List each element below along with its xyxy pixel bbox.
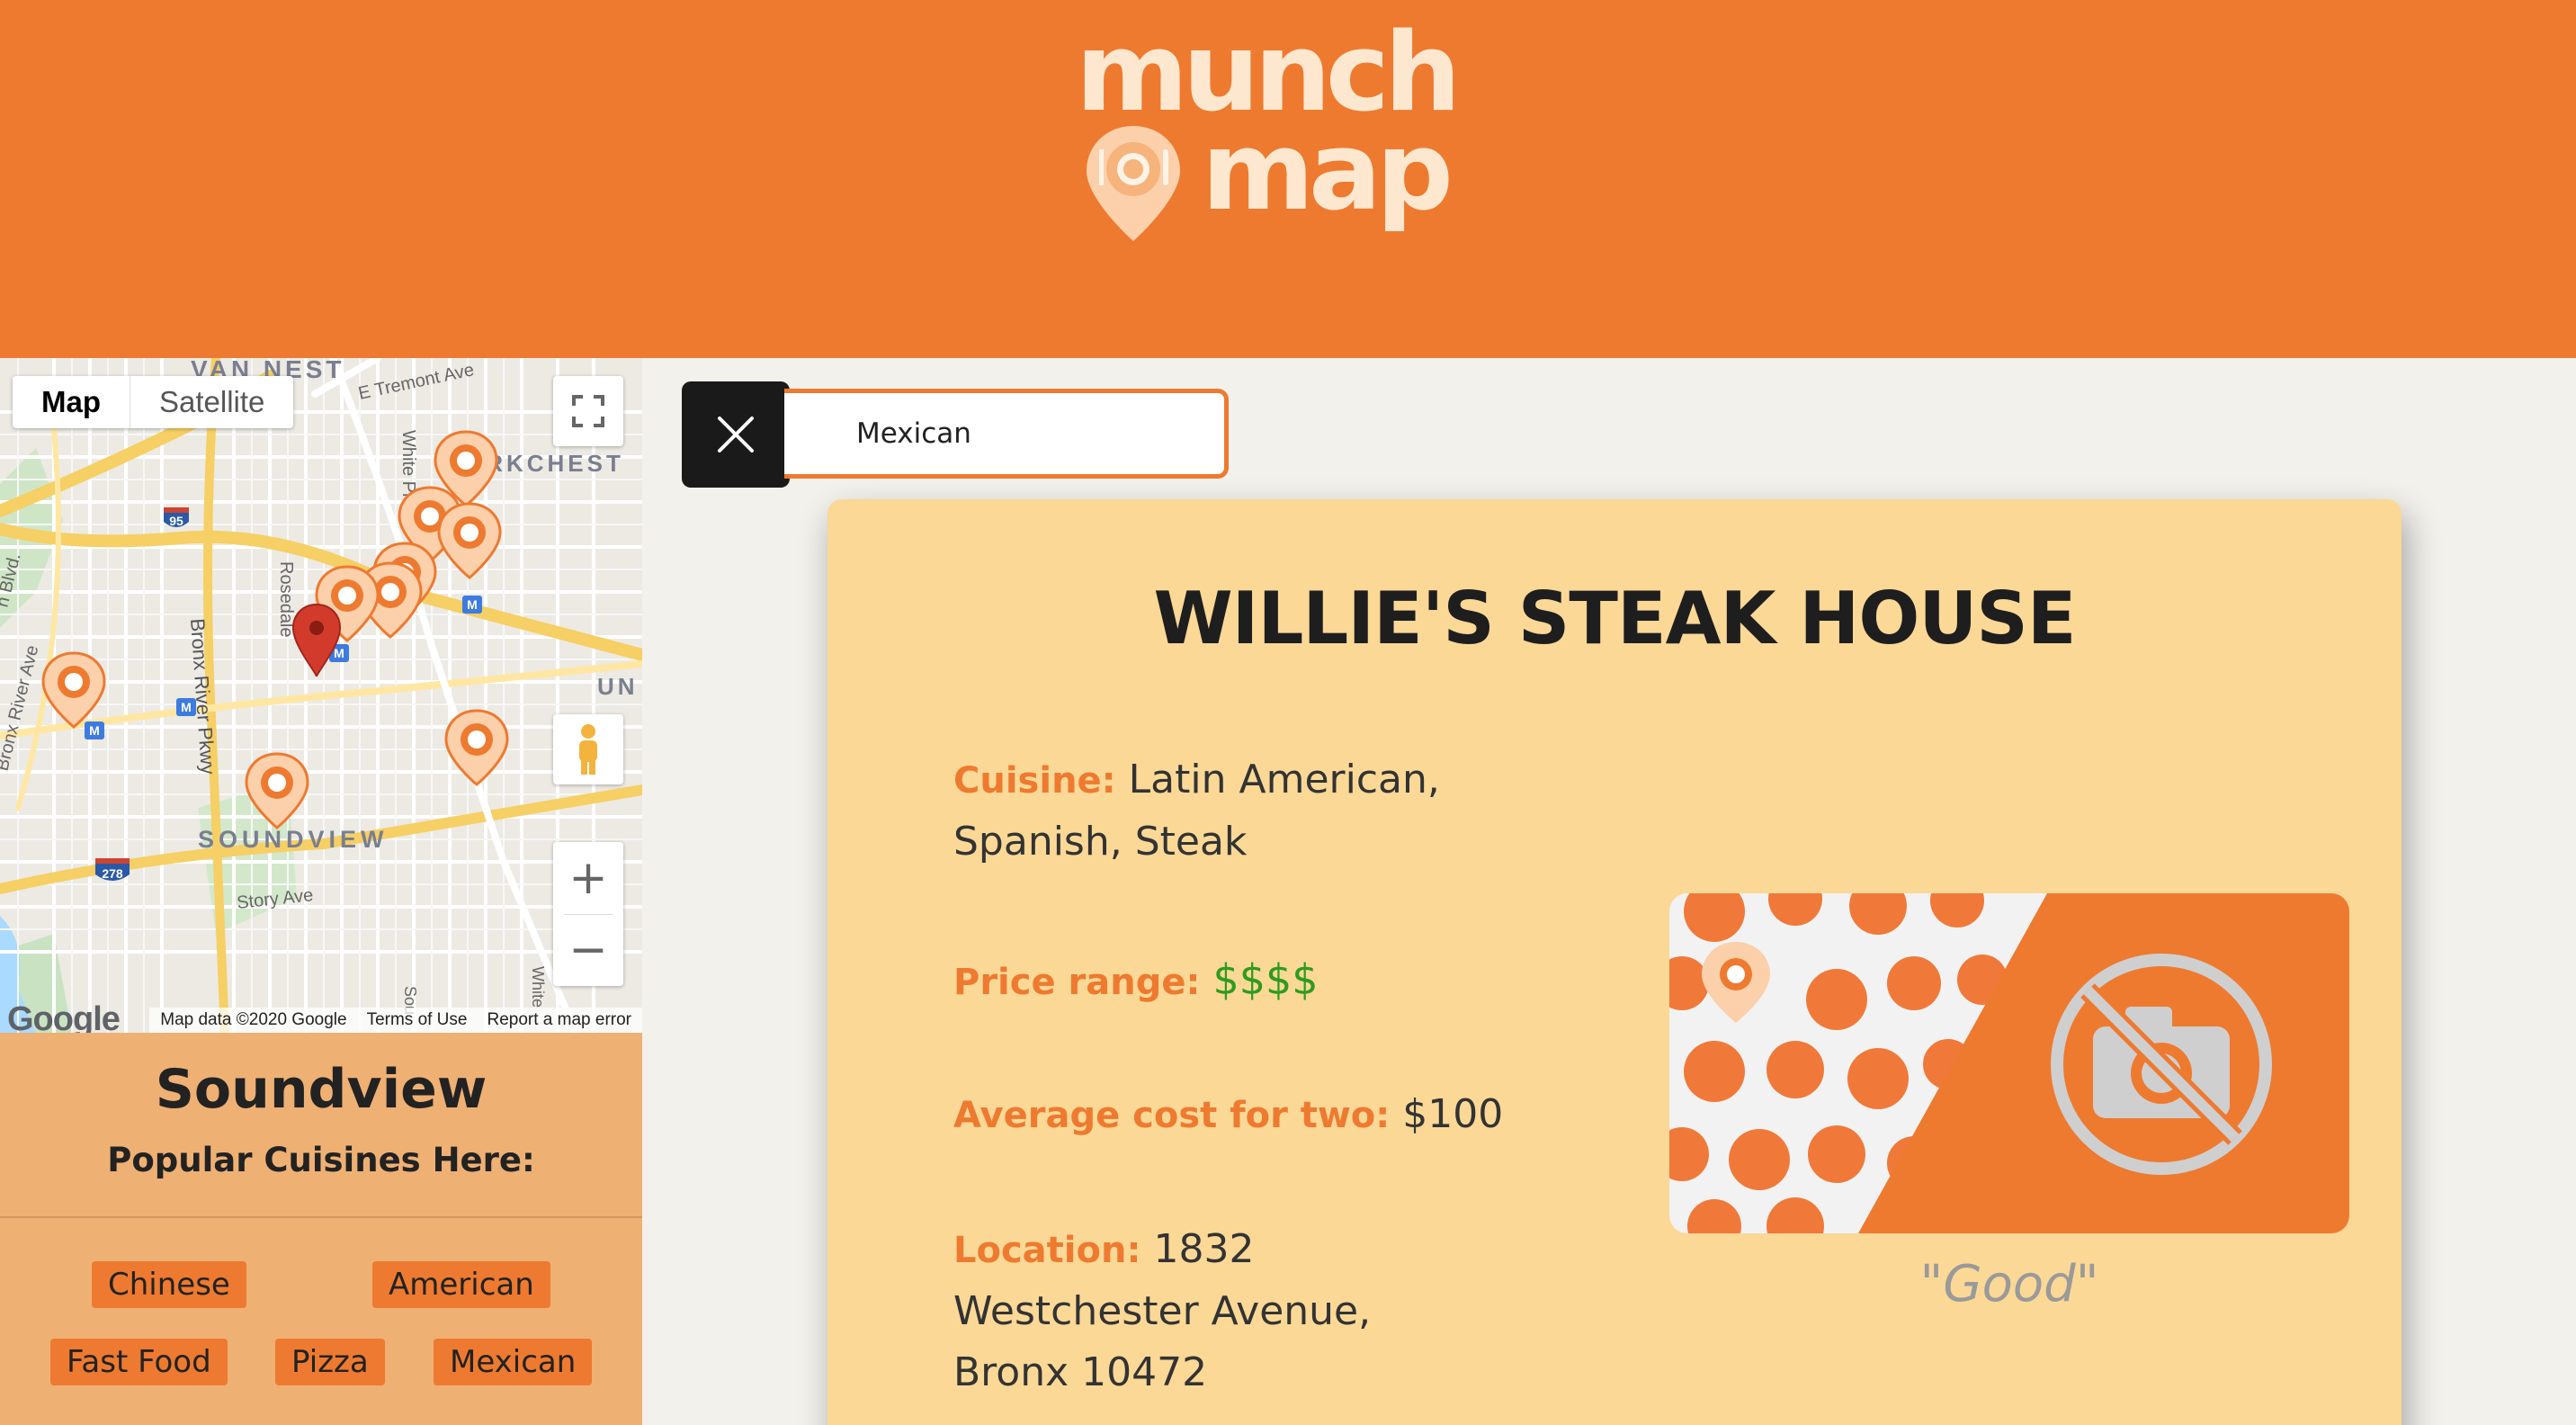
review-quote: "Good" xyxy=(1919,1255,2099,1313)
zoom-in-button[interactable]: + xyxy=(553,843,623,914)
report-map-error-link[interactable]: Report a map error xyxy=(487,1010,631,1030)
map-attribution: Google Map data ©2020 Google Terms of Us… xyxy=(0,1000,642,1033)
logo-pin-icon xyxy=(1087,126,1180,241)
street-view-button[interactable] xyxy=(553,714,623,784)
clear-search-button[interactable] xyxy=(682,381,790,488)
map-label-soundview: SOUNDVIEW xyxy=(198,826,389,853)
cuisine-label: Cuisine: xyxy=(953,760,1116,802)
attribution-bar: Map data ©2020 Google Terms of Use Repor… xyxy=(149,1008,642,1033)
average-cost-value: $100 xyxy=(1402,1091,1504,1137)
pegman-icon xyxy=(579,724,597,775)
neighborhood-name: Soundview xyxy=(155,1058,487,1121)
close-icon xyxy=(718,417,754,453)
interstate-278-shield: 278 xyxy=(95,858,130,881)
map-type-toggle[interactable]: Map Satellite xyxy=(13,376,294,428)
fullscreen-icon xyxy=(572,395,604,427)
map-canvas[interactable]: VAN NEST E Tremont Ave PARKCHEST White P… xyxy=(0,358,642,1033)
location-label: Location: xyxy=(953,1230,1141,1271)
average-cost-label: Average cost for two: xyxy=(953,1095,1391,1136)
price-range-label: Price range: xyxy=(953,962,1201,1003)
svg-text:278: 278 xyxy=(102,866,123,881)
metro-station-icon: M xyxy=(462,596,482,614)
fullscreen-button[interactable] xyxy=(553,376,623,446)
map-view[interactable]: VAN NEST E Tremont Ave PARKCHEST White P… xyxy=(0,358,642,1033)
cuisine-chip-mexican[interactable]: Mexican xyxy=(434,1339,593,1385)
popular-cuisines-heading: Popular Cuisines Here: xyxy=(107,1141,535,1179)
average-cost-info: Average cost for two: $100 xyxy=(953,1084,1637,1146)
cuisine-chip-chinese[interactable]: Chinese xyxy=(92,1261,246,1308)
divider xyxy=(0,1216,642,1218)
cuisine-chip-pizza[interactable]: Pizza xyxy=(275,1339,385,1385)
cuisine-chip-american[interactable]: American xyxy=(372,1261,550,1308)
cuisine-chip-fast-food[interactable]: Fast Food xyxy=(50,1339,228,1385)
app-header: munch map xyxy=(0,0,2576,358)
map-tab-map[interactable]: Map xyxy=(13,376,130,428)
metro-station-icon: M xyxy=(85,721,104,739)
svg-text:M: M xyxy=(467,597,478,612)
restaurant-card: WILLIE'S STEAK HOUSE Cuisine: Latin Amer… xyxy=(827,499,2402,1425)
google-logo: Google xyxy=(7,1000,121,1033)
map-data-text: Map data ©2020 Google xyxy=(160,1010,347,1029)
price-range-value: $$$$ xyxy=(1212,955,1319,1004)
svg-text:95: 95 xyxy=(169,514,183,528)
logo-wordmark-map: map xyxy=(1202,110,1453,235)
neighborhood-panel: Soundview Popular Cuisines Here: Chinese… xyxy=(0,1033,642,1425)
location-info: Location: 1832 Westchester Avenue, Bronx… xyxy=(953,1219,1493,1403)
map-label-white-plains: White Pl xyxy=(398,430,418,497)
svg-text:M: M xyxy=(334,646,344,660)
restaurant-photo-placeholder xyxy=(1669,893,2349,1233)
zoom-control[interactable]: + − xyxy=(553,842,623,986)
metro-station-icon: M xyxy=(176,698,196,716)
terms-of-use-link[interactable]: Terms of Use xyxy=(367,1010,468,1030)
svg-text:M: M xyxy=(181,700,192,714)
cuisine-info: Cuisine: Latin American, Spanish, Steak xyxy=(953,749,1529,873)
no-photo-image xyxy=(1669,893,2349,1233)
zoom-out-button[interactable]: − xyxy=(553,915,623,986)
map-tab-satellite[interactable]: Satellite xyxy=(130,376,293,428)
svg-text:M: M xyxy=(89,723,100,738)
cuisine-search-input[interactable] xyxy=(784,389,1229,479)
price-range-info: Price range: $$$$ xyxy=(953,949,1529,1013)
restaurant-name: WILLIE'S STEAK HOUSE xyxy=(1153,577,2076,660)
map-label-un: UN xyxy=(597,673,639,700)
